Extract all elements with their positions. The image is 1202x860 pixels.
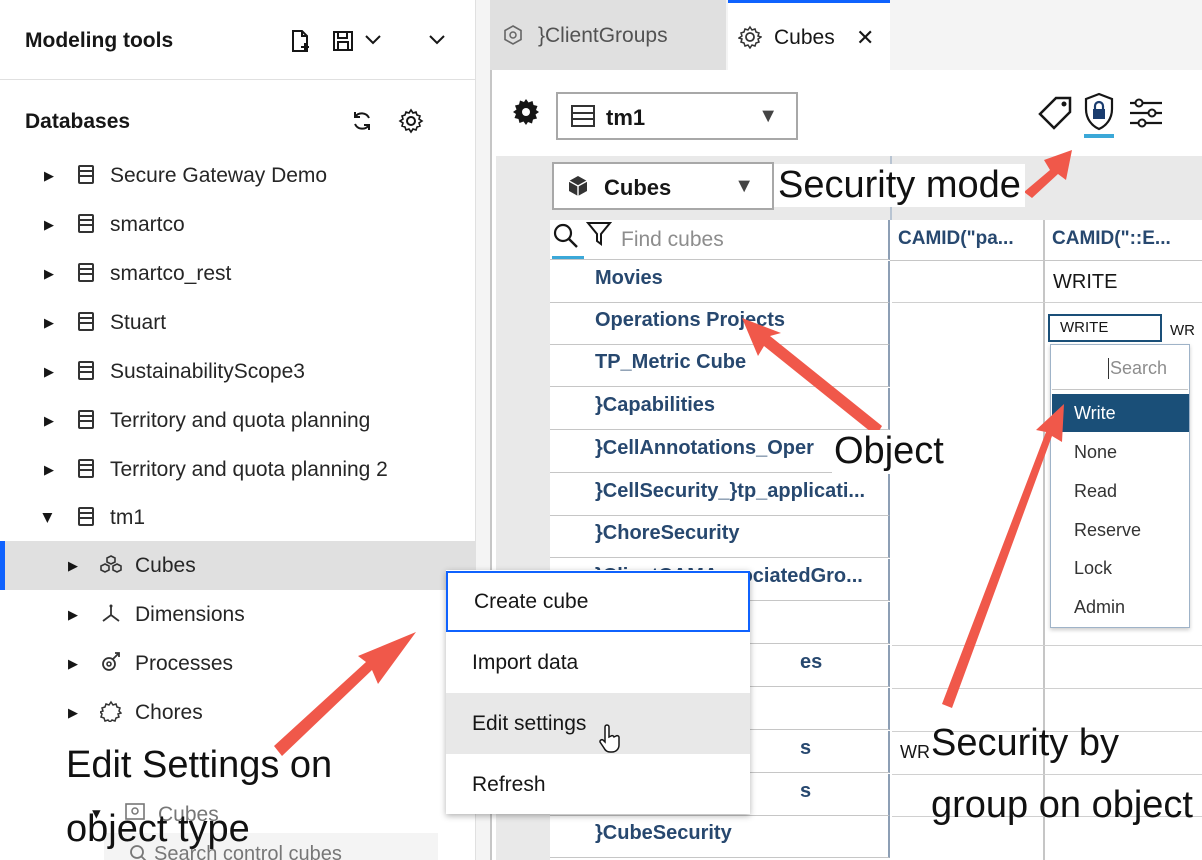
annotation-security-mode: Security mode bbox=[774, 164, 1025, 207]
arrow-to-object bbox=[742, 318, 882, 436]
annotation-security-group-line1: Security by bbox=[931, 722, 1119, 764]
arrow-to-context-menu bbox=[274, 632, 416, 756]
arrow-to-security-mode bbox=[1024, 150, 1072, 198]
annotation-edit-settings-line2: object type bbox=[66, 808, 250, 850]
annotation-object: Object bbox=[832, 430, 946, 473]
arrow-to-security-dropdown bbox=[942, 404, 1064, 708]
annotation-security-group-line2: group on object bbox=[931, 784, 1193, 826]
annotation-edit-settings-line1: Edit Settings on bbox=[66, 744, 333, 786]
